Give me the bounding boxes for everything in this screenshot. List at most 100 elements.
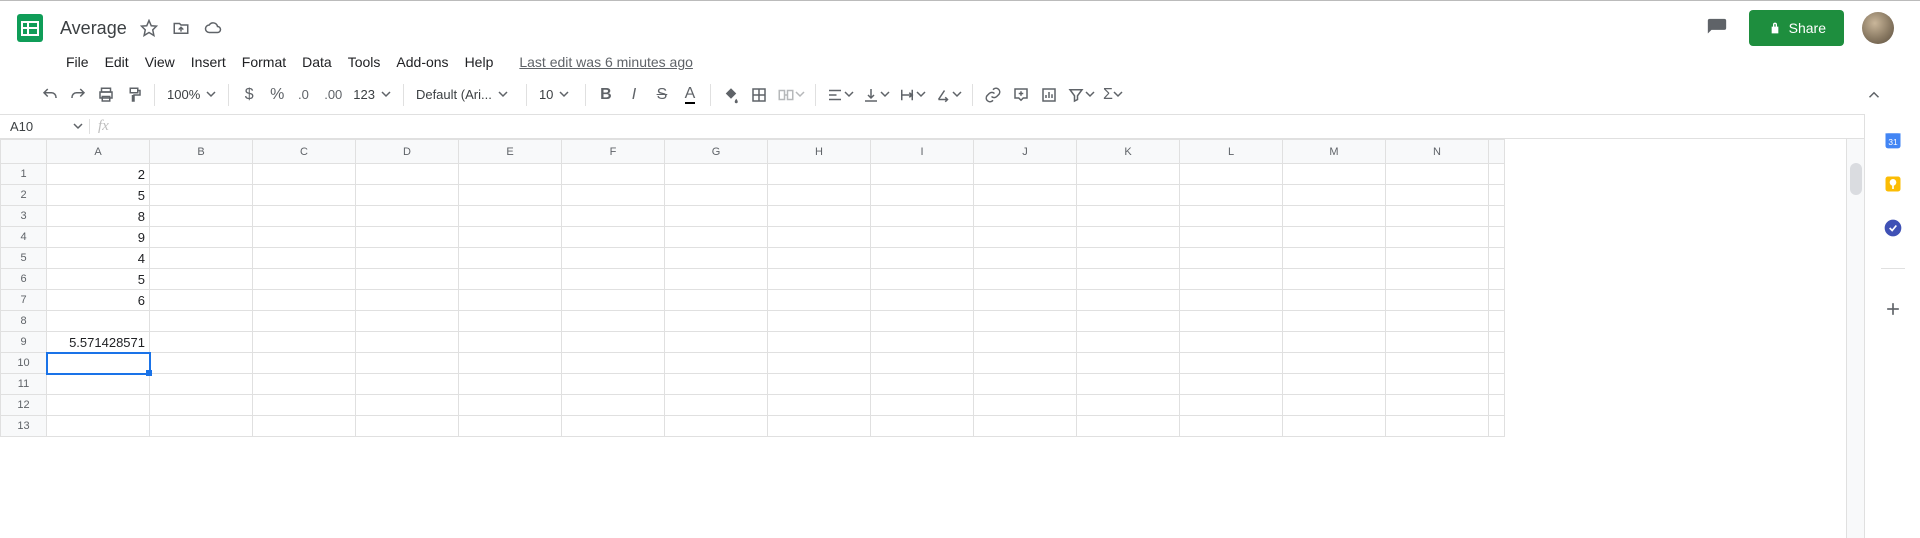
cell-K11[interactable] [1077, 374, 1180, 395]
cell-M8[interactable] [1283, 311, 1386, 332]
cell-G5[interactable] [665, 248, 768, 269]
sheets-logo[interactable] [10, 8, 50, 48]
cell-B9[interactable] [150, 332, 253, 353]
merge-cells-button[interactable] [773, 81, 809, 109]
row-header[interactable]: 10 [1, 353, 47, 374]
insert-comment-button[interactable] [1007, 81, 1035, 109]
cell-D12[interactable] [356, 395, 459, 416]
cell-F3[interactable] [562, 206, 665, 227]
fill-color-button[interactable] [717, 81, 745, 109]
cell-I11[interactable] [871, 374, 974, 395]
cell-G11[interactable] [665, 374, 768, 395]
cell-C8[interactable] [253, 311, 356, 332]
cell-B6[interactable] [150, 269, 253, 290]
horizontal-align-button[interactable] [822, 81, 858, 109]
cell-B12[interactable] [150, 395, 253, 416]
menu-format[interactable]: Format [234, 54, 294, 70]
cell-C11[interactable] [253, 374, 356, 395]
cell-G6[interactable] [665, 269, 768, 290]
font-family-combo[interactable]: Default (Ari... [410, 87, 520, 102]
paint-format-button[interactable] [120, 81, 148, 109]
name-box[interactable]: A10 [0, 119, 90, 134]
cell-A6[interactable]: 5 [47, 269, 150, 290]
cell-A11[interactable] [47, 374, 150, 395]
cell-J13[interactable] [974, 416, 1077, 437]
print-button[interactable] [92, 81, 120, 109]
cell-D2[interactable] [356, 185, 459, 206]
cell-E8[interactable] [459, 311, 562, 332]
cell-A2[interactable]: 5 [47, 185, 150, 206]
filter-button[interactable] [1063, 81, 1099, 109]
italic-button[interactable]: I [620, 81, 648, 109]
cell-J6[interactable] [974, 269, 1077, 290]
cell-H13[interactable] [768, 416, 871, 437]
column-header[interactable]: E [459, 140, 562, 164]
functions-button[interactable]: Σ [1099, 81, 1127, 109]
cell-C3[interactable] [253, 206, 356, 227]
cell-M11[interactable] [1283, 374, 1386, 395]
cell-B1[interactable] [150, 164, 253, 185]
cell-K3[interactable] [1077, 206, 1180, 227]
cell-F1[interactable] [562, 164, 665, 185]
cell-G7[interactable] [665, 290, 768, 311]
cell-K12[interactable] [1077, 395, 1180, 416]
column-header[interactable]: C [253, 140, 356, 164]
row-header[interactable]: 8 [1, 311, 47, 332]
column-header[interactable]: D [356, 140, 459, 164]
cell-A5[interactable]: 4 [47, 248, 150, 269]
cell-L4[interactable] [1180, 227, 1283, 248]
cell-C12[interactable] [253, 395, 356, 416]
cell-H7[interactable] [768, 290, 871, 311]
cell-D3[interactable] [356, 206, 459, 227]
cell-C2[interactable] [253, 185, 356, 206]
cell-K9[interactable] [1077, 332, 1180, 353]
cell-J12[interactable] [974, 395, 1077, 416]
menu-edit[interactable]: Edit [97, 54, 137, 70]
strikethrough-button[interactable]: S [648, 81, 676, 109]
cell-L3[interactable] [1180, 206, 1283, 227]
cell-E5[interactable] [459, 248, 562, 269]
row-header[interactable]: 7 [1, 290, 47, 311]
column-header[interactable]: L [1180, 140, 1283, 164]
borders-button[interactable] [745, 81, 773, 109]
cell-G2[interactable] [665, 185, 768, 206]
cell-A3[interactable]: 8 [47, 206, 150, 227]
cell-C6[interactable] [253, 269, 356, 290]
cell-H6[interactable] [768, 269, 871, 290]
column-header[interactable]: F [562, 140, 665, 164]
cell-N13[interactable] [1386, 416, 1489, 437]
insert-link-button[interactable] [979, 81, 1007, 109]
font-size-combo[interactable]: 10 [533, 87, 579, 102]
cell-H2[interactable] [768, 185, 871, 206]
cell-I10[interactable] [871, 353, 974, 374]
cell-G1[interactable] [665, 164, 768, 185]
cell-I4[interactable] [871, 227, 974, 248]
cell-L5[interactable] [1180, 248, 1283, 269]
column-header[interactable]: H [768, 140, 871, 164]
cell-K1[interactable] [1077, 164, 1180, 185]
cell-C5[interactable] [253, 248, 356, 269]
cell-L10[interactable] [1180, 353, 1283, 374]
column-header[interactable]: A [47, 140, 150, 164]
cell-E1[interactable] [459, 164, 562, 185]
cell-I9[interactable] [871, 332, 974, 353]
cell-B10[interactable] [150, 353, 253, 374]
cell-F2[interactable] [562, 185, 665, 206]
cell-L9[interactable] [1180, 332, 1283, 353]
text-rotation-button[interactable] [930, 81, 966, 109]
menu-file[interactable]: File [58, 54, 97, 70]
cell-M6[interactable] [1283, 269, 1386, 290]
cell-B2[interactable] [150, 185, 253, 206]
cell-L11[interactable] [1180, 374, 1283, 395]
redo-button[interactable] [64, 81, 92, 109]
cell-I7[interactable] [871, 290, 974, 311]
keep-icon[interactable] [1881, 172, 1905, 196]
cell-D9[interactable] [356, 332, 459, 353]
cell-N5[interactable] [1386, 248, 1489, 269]
cell-J5[interactable] [974, 248, 1077, 269]
cell-F8[interactable] [562, 311, 665, 332]
cell-G3[interactable] [665, 206, 768, 227]
cell-I6[interactable] [871, 269, 974, 290]
cell-A7[interactable]: 6 [47, 290, 150, 311]
text-wrap-button[interactable] [894, 81, 930, 109]
